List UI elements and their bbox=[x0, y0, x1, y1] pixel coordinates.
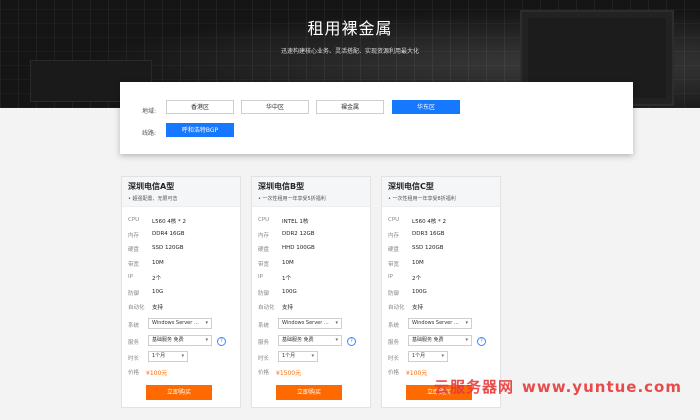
spec-disk: 硬盘 HHD 100GB bbox=[258, 245, 315, 253]
region-option-east[interactable]: 华东区 bbox=[392, 100, 460, 114]
region-label: 地域: bbox=[142, 108, 157, 115]
product-card-a: 深圳电信A型 • 超强配置、无限可击 CPU L560 4核 * 2 内存 DDR4… bbox=[121, 176, 241, 408]
os-select[interactable]: Windows Server ... ▾ bbox=[408, 318, 472, 329]
duration-select[interactable]: 1个月 ▾ bbox=[148, 351, 188, 362]
price-label: 价格 bbox=[128, 370, 140, 376]
help-icon[interactable]: ? bbox=[477, 337, 486, 346]
buy-now-button[interactable]: 立即购买 bbox=[146, 385, 212, 400]
spec-cpu: CPU INTEL 1核 bbox=[258, 217, 309, 225]
service-select[interactable]: 基础服务 免费 ▾ bbox=[148, 335, 212, 346]
line-label: 线路: bbox=[142, 130, 157, 137]
spec-memory: 内存 DDR3 16GB bbox=[388, 231, 445, 239]
spec-disk: 硬盘 SSD 120GB bbox=[128, 245, 184, 253]
spec-memory: 内存 DDR2 12GB bbox=[258, 231, 315, 239]
price-label: 价格 bbox=[388, 370, 400, 376]
watermark-cn: 云服务器网 bbox=[433, 378, 514, 396]
watermark-url: www.yuntue.com bbox=[522, 378, 682, 396]
watermark: 云服务器网 www.yuntue.com bbox=[434, 376, 682, 397]
price-value: ¥100元 bbox=[146, 370, 168, 377]
chevron-down-icon: ▾ bbox=[441, 353, 444, 359]
duration-label: 时长 bbox=[258, 356, 270, 362]
spec-cpu: CPU L560 4核 * 2 bbox=[128, 217, 187, 225]
spec-defense: 防御 100G bbox=[388, 289, 427, 297]
os-label: 系统 bbox=[388, 323, 400, 329]
hero-title: 租用裸金属 bbox=[307, 19, 393, 38]
spec-bandwidth: 带宽 10M bbox=[128, 260, 164, 268]
service-label: 服务 bbox=[258, 340, 270, 346]
filter-panel: 地域: 香港区 华中区 裸金属 华东区 线路: 呼和浩特BGP bbox=[120, 82, 633, 154]
card-subtitle: • 一次性租用一年享受8折福利 bbox=[388, 196, 456, 202]
line-option-bgp[interactable]: 呼和浩特BGP bbox=[166, 123, 234, 137]
card-header: 深圳电信A型 • 超强配置、无限可击 bbox=[122, 177, 240, 207]
service-label: 服务 bbox=[388, 340, 400, 346]
help-icon[interactable]: ? bbox=[217, 337, 226, 346]
product-card-b: 深圳电信B型 • 一次性租用一年享受5折福利 CPU INTEL 1核 内存 DDR… bbox=[251, 176, 371, 408]
product-card-c: 深圳电信C型 • 一次性租用一年享受8折福利 CPU L560 4核 * 2 内存… bbox=[381, 176, 501, 408]
spec-auto: 自动化 支持 bbox=[128, 305, 164, 311]
spec-cpu: CPU L560 4核 * 2 bbox=[388, 217, 447, 225]
os-select[interactable]: Windows Server ... ▾ bbox=[148, 318, 212, 329]
chevron-down-icon: ▾ bbox=[181, 353, 184, 359]
card-title: 深圳电信A型 bbox=[128, 182, 175, 191]
card-header: 深圳电信B型 • 一次性租用一年享受5折福利 bbox=[252, 177, 370, 207]
spec-defense: 防御 10G bbox=[128, 289, 164, 297]
service-label: 服务 bbox=[128, 340, 140, 346]
chevron-down-icon: ▾ bbox=[335, 337, 338, 343]
spec-defense: 防御 100G bbox=[258, 289, 297, 297]
spec-bandwidth: 带宽 10M bbox=[388, 260, 424, 268]
spec-ip: IP 2个 bbox=[388, 274, 421, 282]
chevron-down-icon: ▾ bbox=[205, 320, 208, 326]
spec-auto: 自动化 支持 bbox=[258, 305, 294, 311]
region-option-central[interactable]: 华中区 bbox=[241, 100, 309, 114]
chevron-down-icon: ▾ bbox=[465, 320, 468, 326]
price-value: ¥100元 bbox=[406, 370, 428, 377]
buy-now-button[interactable]: 立即购买 bbox=[276, 385, 342, 400]
os-label: 系统 bbox=[128, 323, 140, 329]
chevron-down-icon: ▾ bbox=[205, 337, 208, 343]
spec-memory: 内存 DDR4 16GB bbox=[128, 231, 185, 239]
spec-ip: IP 1个 bbox=[258, 274, 291, 282]
card-subtitle: • 一次性租用一年享受5折福利 bbox=[258, 196, 326, 202]
duration-label: 时长 bbox=[128, 356, 140, 362]
help-icon[interactable]: ? bbox=[347, 337, 356, 346]
duration-select[interactable]: 1个月 ▾ bbox=[278, 351, 318, 362]
spec-disk: 硬盘 SSD 120GB bbox=[388, 245, 444, 253]
service-select[interactable]: 基础服务 免费 ▾ bbox=[278, 335, 342, 346]
duration-label: 时长 bbox=[388, 356, 400, 362]
chevron-down-icon: ▾ bbox=[465, 337, 468, 343]
price-value: ¥1500元 bbox=[276, 370, 302, 377]
spec-ip: IP 2个 bbox=[128, 274, 161, 282]
region-option-baremetal[interactable]: 裸金属 bbox=[316, 100, 384, 114]
os-label: 系统 bbox=[258, 323, 270, 329]
card-header: 深圳电信C型 • 一次性租用一年享受8折福利 bbox=[382, 177, 500, 207]
spec-bandwidth: 带宽 10M bbox=[258, 260, 294, 268]
duration-select[interactable]: 1个月 ▾ bbox=[408, 351, 448, 362]
card-title: 深圳电信C型 bbox=[388, 182, 434, 191]
hero-subtitle: 迅速构建核心业务、灵活搭配、实现资源利用最大化 bbox=[280, 48, 419, 55]
price-label: 价格 bbox=[258, 370, 270, 376]
chevron-down-icon: ▾ bbox=[335, 320, 338, 326]
card-subtitle: • 超强配置、无限可击 bbox=[128, 196, 178, 202]
chevron-down-icon: ▾ bbox=[311, 353, 314, 359]
region-option-hongkong[interactable]: 香港区 bbox=[166, 100, 234, 114]
service-select[interactable]: 基础服务 免费 ▾ bbox=[408, 335, 472, 346]
os-select[interactable]: Windows Server ... ▾ bbox=[278, 318, 342, 329]
card-title: 深圳电信B型 bbox=[258, 182, 305, 191]
spec-auto: 自动化 支持 bbox=[388, 305, 424, 311]
